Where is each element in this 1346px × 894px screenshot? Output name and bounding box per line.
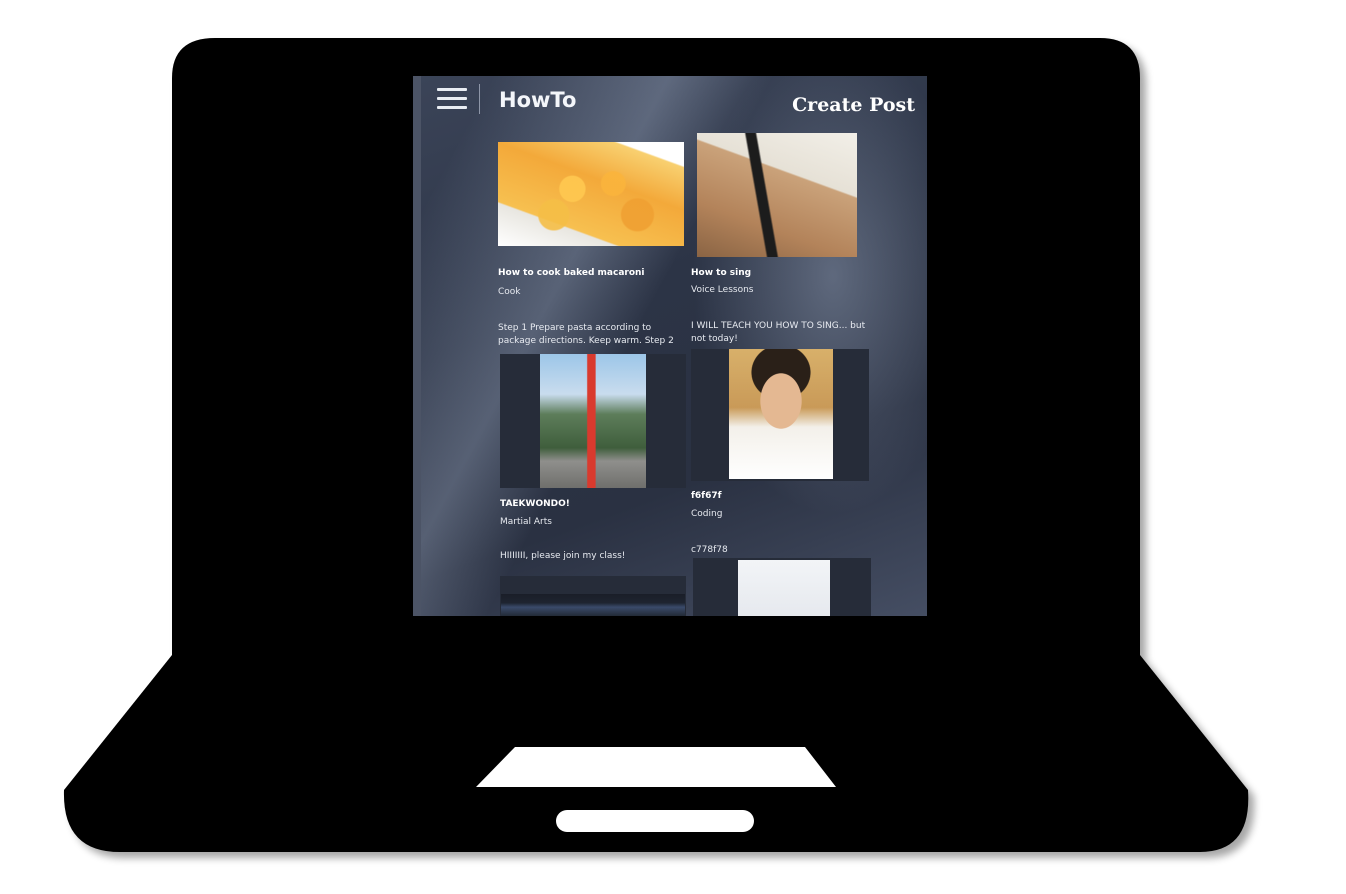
app-brand: HowTo: [499, 88, 577, 112]
post-card-taekwondo[interactable]: TAEKWONDO! Martial Arts HIIIIIII, please…: [500, 354, 690, 574]
post-title[interactable]: How to cook baked macaroni: [498, 268, 645, 278]
post-image-screenshot[interactable]: [501, 594, 685, 616]
top-bar: HowTo Create Post: [413, 76, 927, 126]
post-description: I WILL TEACH YOU HOW TO SING... but not …: [691, 321, 866, 344]
post-image-taekwondo[interactable]: [540, 354, 646, 488]
hamburger-icon[interactable]: [437, 88, 467, 112]
post-title[interactable]: TAEKWONDO!: [500, 499, 570, 509]
post-image-selfie[interactable]: [729, 349, 833, 479]
post-description: HIIIIIII, please join my class!: [500, 551, 626, 561]
post-category: Cook: [498, 287, 521, 297]
post-card-macaroni[interactable]: How to cook baked macaroni Cook Step 1 P…: [498, 142, 688, 352]
post-image-sing[interactable]: [697, 133, 857, 257]
post-image-macaroni[interactable]: [498, 142, 684, 246]
screen-edge: [413, 76, 421, 616]
app-screen: HowTo Create Post How to cook baked maca…: [413, 76, 927, 616]
post-description: c778f78: [691, 545, 728, 555]
header-divider: [479, 84, 480, 114]
post-category: Voice Lessons: [691, 285, 754, 295]
laptop-slot: [556, 810, 754, 832]
post-category: Coding: [691, 509, 723, 519]
post-category: Martial Arts: [500, 517, 552, 527]
post-card-coding[interactable]: f6f67f Coding c778f78: [691, 349, 881, 559]
post-title[interactable]: How to sing: [691, 268, 751, 278]
post-description: Step 1 Prepare pasta according to packag…: [498, 323, 674, 346]
post-title[interactable]: f6f67f: [691, 491, 722, 501]
create-post-button[interactable]: Create Post: [792, 94, 915, 116]
post-card-sing[interactable]: How to sing Voice Lessons I WILL TEACH Y…: [691, 133, 881, 348]
trackpad: [476, 747, 836, 787]
post-image-screenshot-2[interactable]: [738, 560, 830, 616]
